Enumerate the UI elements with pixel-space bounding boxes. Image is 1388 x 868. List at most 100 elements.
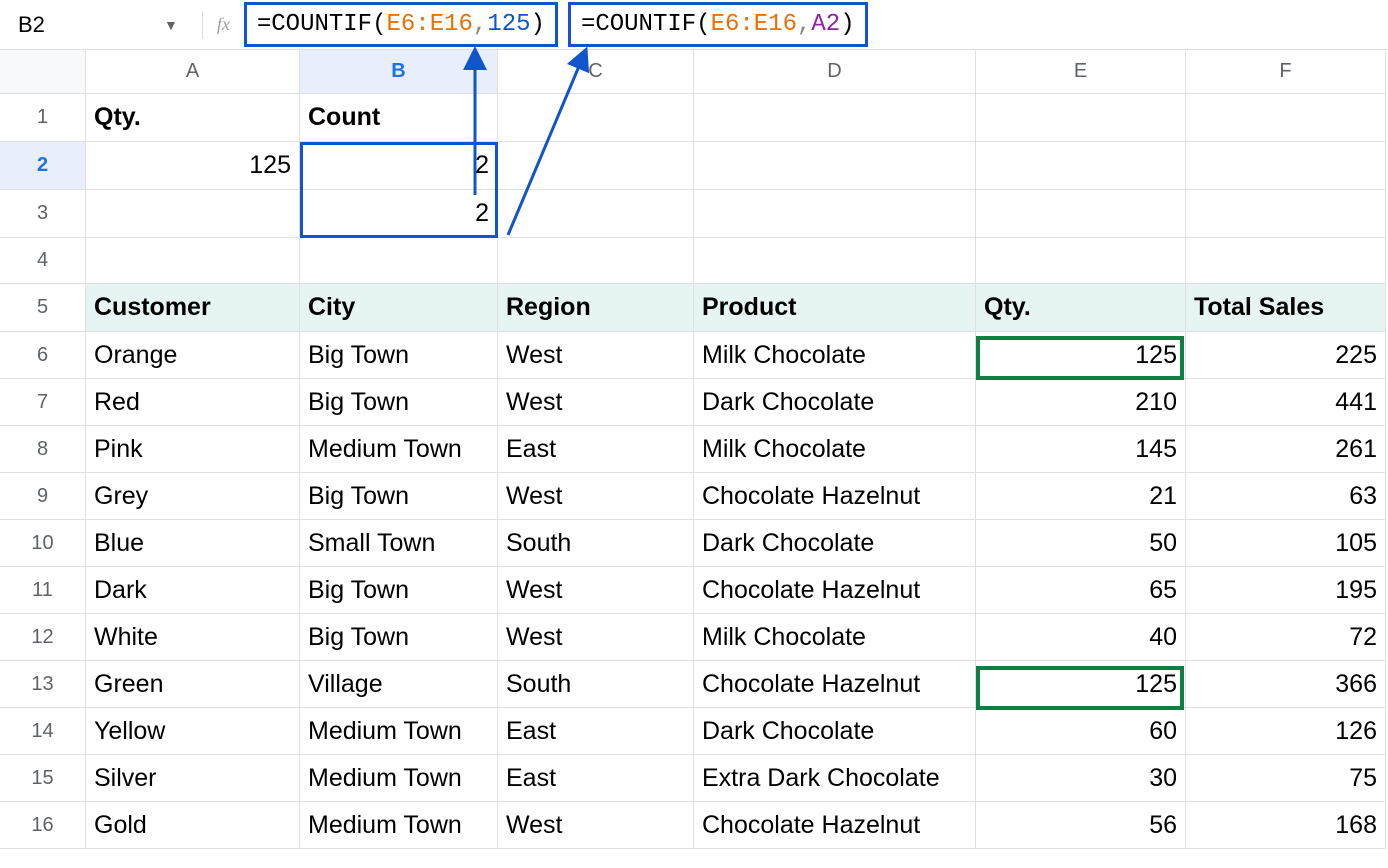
cell-D13[interactable]: Chocolate Hazelnut — [694, 661, 976, 708]
cell-B10[interactable]: Small Town — [300, 520, 498, 567]
row-header-13[interactable]: 13 — [0, 661, 86, 708]
cell-A16[interactable]: Gold — [86, 802, 300, 849]
cell-C7[interactable]: West — [498, 379, 694, 426]
col-header-A[interactable]: A — [86, 50, 300, 94]
cell-E10[interactable]: 50 — [976, 520, 1186, 567]
cell-C2[interactable] — [498, 142, 694, 190]
cell-A14[interactable]: Yellow — [86, 708, 300, 755]
formula-2-box[interactable]: =COUNTIF(E6:E16,A2) — [568, 2, 868, 47]
cell-A7[interactable]: Red — [86, 379, 300, 426]
cell-D5[interactable]: Product — [694, 284, 976, 332]
cell-B5[interactable]: City — [300, 284, 498, 332]
cell-F3[interactable] — [1186, 190, 1386, 238]
cell-C1[interactable] — [498, 94, 694, 142]
cell-E16[interactable]: 56 — [976, 802, 1186, 849]
cell-F14[interactable]: 126 — [1186, 708, 1386, 755]
cell-E13[interactable]: 125 — [976, 661, 1186, 708]
cell-B11[interactable]: Big Town — [300, 567, 498, 614]
cell-E8[interactable]: 145 — [976, 426, 1186, 473]
cell-B12[interactable]: Big Town — [300, 614, 498, 661]
cell-D1[interactable] — [694, 94, 976, 142]
cell-C11[interactable]: West — [498, 567, 694, 614]
cell-F6[interactable]: 225 — [1186, 332, 1386, 379]
cell-C8[interactable]: East — [498, 426, 694, 473]
cell-D16[interactable]: Chocolate Hazelnut — [694, 802, 976, 849]
cell-D6[interactable]: Milk Chocolate — [694, 332, 976, 379]
cell-F1[interactable] — [1186, 94, 1386, 142]
cell-D12[interactable]: Milk Chocolate — [694, 614, 976, 661]
col-header-C[interactable]: C — [498, 50, 694, 94]
row-header-7[interactable]: 7 — [0, 379, 86, 426]
cell-E9[interactable]: 21 — [976, 473, 1186, 520]
col-header-F[interactable]: F — [1186, 50, 1386, 94]
cell-E15[interactable]: 30 — [976, 755, 1186, 802]
cell-D10[interactable]: Dark Chocolate — [694, 520, 976, 567]
cell-F13[interactable]: 366 — [1186, 661, 1386, 708]
cell-B2[interactable]: 2 — [300, 142, 498, 190]
name-box-dropdown-icon[interactable]: ▼ — [154, 17, 188, 33]
cell-C15[interactable]: East — [498, 755, 694, 802]
row-header-15[interactable]: 15 — [0, 755, 86, 802]
row-header-16[interactable]: 16 — [0, 802, 86, 849]
cell-E2[interactable] — [976, 142, 1186, 190]
name-box[interactable]: B2 — [14, 12, 154, 38]
cell-F8[interactable]: 261 — [1186, 426, 1386, 473]
cell-C10[interactable]: South — [498, 520, 694, 567]
cell-B15[interactable]: Medium Town — [300, 755, 498, 802]
cell-B6[interactable]: Big Town — [300, 332, 498, 379]
cell-F16[interactable]: 168 — [1186, 802, 1386, 849]
cell-A6[interactable]: Orange — [86, 332, 300, 379]
cell-E3[interactable] — [976, 190, 1186, 238]
cell-D11[interactable]: Chocolate Hazelnut — [694, 567, 976, 614]
cell-E12[interactable]: 40 — [976, 614, 1186, 661]
cell-C9[interactable]: West — [498, 473, 694, 520]
cell-B9[interactable]: Big Town — [300, 473, 498, 520]
cell-F12[interactable]: 72 — [1186, 614, 1386, 661]
cell-C14[interactable]: East — [498, 708, 694, 755]
row-header-5[interactable]: 5 — [0, 284, 86, 332]
select-all-corner[interactable] — [0, 50, 86, 94]
cell-A12[interactable]: White — [86, 614, 300, 661]
cell-E7[interactable]: 210 — [976, 379, 1186, 426]
cell-A11[interactable]: Dark — [86, 567, 300, 614]
cell-F7[interactable]: 441 — [1186, 379, 1386, 426]
cell-F9[interactable]: 63 — [1186, 473, 1386, 520]
cell-C6[interactable]: West — [498, 332, 694, 379]
row-header-14[interactable]: 14 — [0, 708, 86, 755]
cell-F11[interactable]: 195 — [1186, 567, 1386, 614]
row-header-2[interactable]: 2 — [0, 142, 86, 190]
col-header-B[interactable]: B — [300, 50, 498, 94]
row-header-9[interactable]: 9 — [0, 473, 86, 520]
cell-A8[interactable]: Pink — [86, 426, 300, 473]
cell-B4[interactable] — [300, 238, 498, 284]
cell-D14[interactable]: Dark Chocolate — [694, 708, 976, 755]
row-header-6[interactable]: 6 — [0, 332, 86, 379]
cell-C4[interactable] — [498, 238, 694, 284]
cell-D7[interactable]: Dark Chocolate — [694, 379, 976, 426]
cell-A15[interactable]: Silver — [86, 755, 300, 802]
cell-B3[interactable]: 2 — [300, 190, 498, 238]
cell-D4[interactable] — [694, 238, 976, 284]
cell-F10[interactable]: 105 — [1186, 520, 1386, 567]
row-header-4[interactable]: 4 — [0, 238, 86, 284]
cell-A9[interactable]: Grey — [86, 473, 300, 520]
cell-B14[interactable]: Medium Town — [300, 708, 498, 755]
spreadsheet-grid[interactable]: A B C D E F 1 Qty. Count 2 125 2 3 2 4 — [0, 50, 1388, 849]
cell-E5[interactable]: Qty. — [976, 284, 1186, 332]
cell-A2[interactable]: 125 — [86, 142, 300, 190]
cell-D15[interactable]: Extra Dark Chocolate — [694, 755, 976, 802]
cell-E4[interactable] — [976, 238, 1186, 284]
cell-C12[interactable]: West — [498, 614, 694, 661]
col-header-D[interactable]: D — [694, 50, 976, 94]
cell-A4[interactable] — [86, 238, 300, 284]
row-header-12[interactable]: 12 — [0, 614, 86, 661]
cell-A10[interactable]: Blue — [86, 520, 300, 567]
cell-C16[interactable]: West — [498, 802, 694, 849]
row-header-3[interactable]: 3 — [0, 190, 86, 238]
cell-B8[interactable]: Medium Town — [300, 426, 498, 473]
cell-A5[interactable]: Customer — [86, 284, 300, 332]
row-header-11[interactable]: 11 — [0, 567, 86, 614]
cell-B7[interactable]: Big Town — [300, 379, 498, 426]
row-header-10[interactable]: 10 — [0, 520, 86, 567]
cell-D8[interactable]: Milk Chocolate — [694, 426, 976, 473]
